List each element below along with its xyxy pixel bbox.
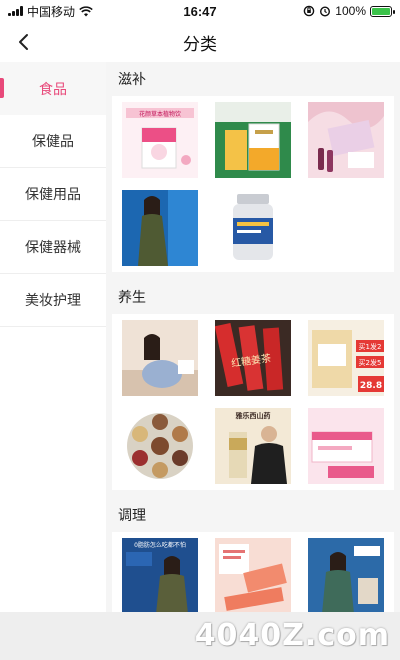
page-title: 分类 [183, 34, 217, 54]
sidebar-item-health-supplies[interactable]: 保健用品 [0, 168, 106, 221]
product-grid-tonic: 花颜草本植物饮 [112, 96, 394, 272]
product-item[interactable]: 红糖姜茶 [209, 320, 296, 396]
pink-beauty-drink-image [308, 102, 385, 178]
category-content: 滋补 花颜草本植物饮 养生 红糖姜茶 买1发2 买2发5 28.8 雅乐西山药 … [106, 62, 400, 612]
woman-promo-1-image: 0脂肪怎么吃都不怕 [121, 538, 198, 612]
sidebar-item-beauty-care[interactable]: 美妆护理 [0, 274, 106, 327]
product-item[interactable] [303, 538, 390, 612]
promo-buy-2: 买2发5 [359, 358, 382, 367]
woman-green-dress-image [121, 190, 198, 266]
footer-area: 4040Z.com [0, 612, 400, 660]
battery-icon [370, 5, 395, 17]
promo-buy-1: 买1发2 [359, 342, 382, 351]
pregnant-woman-image [121, 320, 198, 396]
golden-health-box-image [214, 102, 291, 178]
product-item[interactable]: 0脂肪怎么吃都不怕 [116, 538, 203, 612]
woman-promo-2-image [308, 538, 385, 612]
herbal-tea-bag-image: 买1发2 买2发5 28.8 [308, 320, 385, 396]
status-right: 100% [303, 4, 395, 18]
section-title-wellness: 养生 [118, 289, 146, 305]
section-title-conditioning: 调理 [118, 507, 146, 523]
man-with-product-image: 雅乐西山药 [214, 408, 291, 484]
alarm-icon [320, 6, 331, 17]
red-date-sticks-image: 红糖姜茶 [214, 320, 291, 396]
product-item[interactable] [116, 408, 203, 484]
sidebar-item-food[interactable]: 食品 [0, 62, 106, 115]
product-grid-wellness: 红糖姜茶 买1发2 买2发5 28.8 雅乐西山药 [112, 314, 394, 490]
product-item[interactable] [209, 190, 296, 266]
pink-gift-box-image: 花颜草本植物饮 [121, 102, 198, 178]
product-item[interactable] [116, 190, 203, 266]
status-left: 中国移动 [8, 3, 93, 20]
product-item[interactable]: 雅乐西山药 [209, 408, 296, 484]
status-bar: 中国移动 16:47 100% [0, 0, 400, 22]
product-item[interactable] [209, 538, 296, 612]
product-item[interactable] [303, 102, 390, 178]
watermark-logo: 4040Z.com [194, 618, 390, 653]
product-item[interactable]: 买1发2 买2发5 28.8 [303, 320, 390, 396]
chevron-left-icon [19, 34, 28, 50]
wifi-icon [79, 5, 93, 16]
promo-headline: 0脂肪怎么吃都不怕 [134, 541, 186, 549]
product-item[interactable] [116, 320, 203, 396]
battery-percent: 100% [335, 4, 366, 18]
pink-gift-label: 花颜草本植物饮 [139, 110, 181, 118]
sidebar-item-health-products[interactable]: 保健品 [0, 115, 106, 168]
product-item[interactable] [303, 408, 390, 484]
product-item[interactable]: 花颜草本植物饮 [116, 102, 203, 178]
carrier-label: 中国移动 [27, 4, 76, 19]
price-tag: 28.8 [360, 381, 382, 391]
product-item[interactable] [209, 102, 296, 178]
pink-product-box-image [308, 408, 385, 484]
brand-banner: 雅乐西山药 [234, 411, 270, 420]
women-product-pack-image [214, 538, 291, 612]
back-button[interactable] [8, 26, 38, 58]
grain-bowls-image [121, 408, 198, 484]
lock-rotation-icon [303, 5, 315, 17]
supplement-bottle-image [214, 190, 291, 266]
sidebar-item-health-devices[interactable]: 保健器械 [0, 221, 106, 274]
section-title-tonic: 滋补 [118, 71, 146, 87]
navigation-bar: 分类 [0, 22, 400, 62]
product-grid-conditioning: 0脂肪怎么吃都不怕 [112, 532, 394, 612]
signal-icon [8, 6, 23, 16]
category-sidebar: 食品 保健品 保健用品 保健器械 美妆护理 [0, 62, 106, 612]
